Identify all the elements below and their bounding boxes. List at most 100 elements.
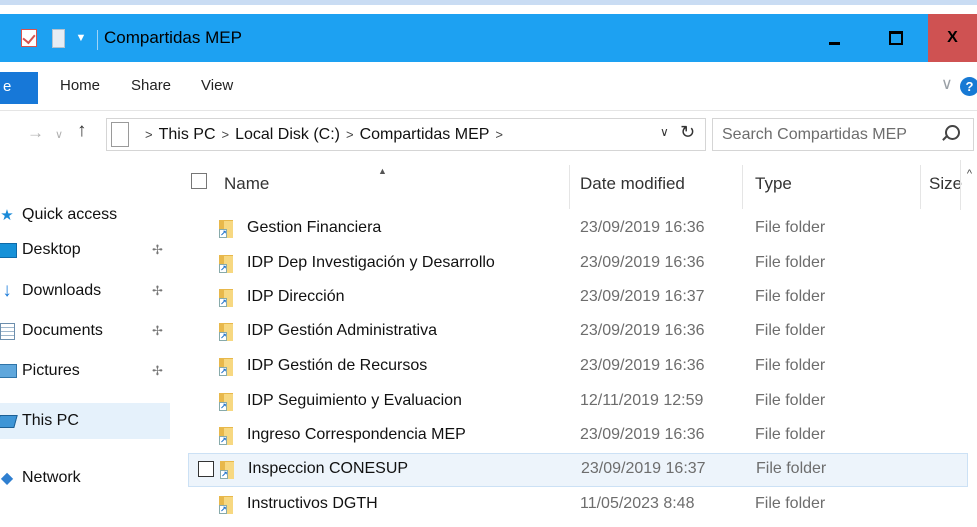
nav-item-label: Downloads xyxy=(22,282,102,299)
refresh-icon[interactable]: ↻ xyxy=(680,122,695,143)
folder-shortcut-icon: ↗ xyxy=(219,393,233,411)
file-name: IDP Dirección xyxy=(247,288,345,305)
pin-icon[interactable]: ✢ xyxy=(152,242,163,258)
file-row[interactable]: ↗ IDP Seguimiento y Evaluacion 12/11/201… xyxy=(188,386,968,418)
sort-ascending-icon: ▲ xyxy=(378,166,387,176)
file-date-modified: 23/09/2019 16:36 xyxy=(580,219,705,236)
file-type: File folder xyxy=(755,322,826,339)
file-type: File folder xyxy=(755,254,826,271)
address-history-chevron-icon[interactable]: ∨ xyxy=(660,125,669,139)
file-row[interactable]: ↗ IDP Dep Investigación y Desarrollo 23/… xyxy=(188,248,968,280)
window-top-border xyxy=(0,0,977,5)
nav-item-pictures[interactable]: Pictures xyxy=(0,356,80,386)
file-row[interactable]: ↗ IDP Gestión Administrativa 23/09/2019 … xyxy=(188,316,968,348)
file-row[interactable]: ↗ IDP Dirección 23/09/2019 16:37 File fo… xyxy=(188,282,968,314)
ribbon: e Home Share View ∨ ? xyxy=(0,62,977,111)
file-list: ▲ Name Date modified Type Size ^ ↗ Gesti… xyxy=(178,160,977,527)
search-input[interactable]: Search Compartidas MEP xyxy=(712,118,974,151)
folder-shortcut-icon: ↗ xyxy=(219,255,233,273)
title-bar[interactable]: ▼ Compartidas MEP X xyxy=(0,14,977,62)
column-divider[interactable] xyxy=(920,165,921,209)
file-date-modified: 12/11/2019 12:59 xyxy=(580,392,704,409)
file-row[interactable]: ↗ Instructivos DGTH 11/05/2023 8:48 File… xyxy=(188,489,968,521)
nav-item-desktop[interactable]: Desktop xyxy=(0,235,81,265)
file-date-modified: 23/09/2019 16:36 xyxy=(580,357,705,374)
file-date-modified: 11/05/2023 8:48 xyxy=(580,495,695,512)
nav-item-documents[interactable]: Documents xyxy=(0,316,103,346)
breadcrumb-local-disk[interactable]: Local Disk (C:) xyxy=(235,126,340,143)
breadcrumb-compartidas-mep[interactable]: Compartidas MEP xyxy=(360,126,490,143)
nav-item-quick-access[interactable]: ★ Quick access xyxy=(0,200,117,230)
breadcrumb-chevron-icon[interactable]: > xyxy=(145,127,153,142)
close-button[interactable]: X xyxy=(928,14,977,62)
pictures-icon xyxy=(0,364,17,378)
forward-arrow-icon[interactable]: → xyxy=(27,123,44,143)
network-icon: ◆ xyxy=(0,470,14,487)
breadcrumb-chevron-icon[interactable]: > xyxy=(222,127,230,142)
column-header-size[interactable]: Size xyxy=(929,174,962,194)
file-name: Inspeccion CONESUP xyxy=(248,460,409,477)
folder-shortcut-icon: ↗ xyxy=(219,289,233,307)
maximize-icon xyxy=(888,31,903,45)
file-row[interactable]: ↗ Gestion Financiera 23/09/2019 16:36 Fi… xyxy=(188,213,968,245)
nav-item-label: Quick access xyxy=(22,206,118,223)
nav-item-label: Desktop xyxy=(22,241,81,258)
nav-item-this-pc[interactable]: This PC xyxy=(0,403,170,439)
new-folder-icon[interactable] xyxy=(50,24,66,52)
expand-ribbon-chevron-icon[interactable]: ∨ xyxy=(941,74,953,94)
file-name: Gestion Financiera xyxy=(247,219,382,236)
recent-locations-chevron-icon[interactable]: ∨ xyxy=(55,128,63,141)
column-header-row: ▲ Name Date modified Type Size ^ xyxy=(178,160,977,212)
tab-file[interactable]: e xyxy=(0,72,38,104)
scroll-up-arrow-icon[interactable]: ^ xyxy=(960,160,977,210)
pin-icon[interactable]: ✢ xyxy=(152,283,163,299)
desktop-icon xyxy=(0,242,17,258)
maximize-button[interactable] xyxy=(863,14,928,62)
file-name: IDP Gestión de Recursos xyxy=(247,357,428,374)
address-bar[interactable]: > This PC > Local Disk (C:) > Compartidas MEP… xyxy=(106,118,706,151)
file-type: File folder xyxy=(755,392,826,409)
file-row-hovered[interactable]: ↗ Inspeccion CONESUP 23/09/2019 16:37 Fi… xyxy=(188,453,968,487)
file-date-modified: 23/09/2019 16:37 xyxy=(580,288,705,305)
customize-quick-access-chevron-icon[interactable]: ▼ xyxy=(74,24,88,52)
up-arrow-icon[interactable]: ↑ xyxy=(77,120,87,142)
file-name: Instructivos DGTH xyxy=(247,495,378,512)
tab-view[interactable]: View xyxy=(201,77,233,94)
file-date-modified: 23/09/2019 16:36 xyxy=(580,426,705,443)
nav-item-network[interactable]: ◆ Network xyxy=(0,463,81,493)
tab-share[interactable]: Share xyxy=(131,77,171,94)
file-type: File folder xyxy=(756,460,827,477)
column-divider[interactable] xyxy=(742,165,743,209)
search-icon[interactable] xyxy=(945,125,960,140)
folder-shortcut-icon: ↗ xyxy=(220,461,234,479)
column-header-name[interactable]: Name xyxy=(224,174,269,194)
file-date-modified: 23/09/2019 16:37 xyxy=(581,460,706,477)
breadcrumb-chevron-icon[interactable]: > xyxy=(495,127,503,142)
folder-shortcut-icon: ↗ xyxy=(219,427,233,445)
breadcrumb-this-pc[interactable]: This PC xyxy=(159,126,216,143)
folder-shortcut-icon: ↗ xyxy=(219,496,233,514)
row-select-checkbox[interactable] xyxy=(198,461,214,477)
column-header-date-modified[interactable]: Date modified xyxy=(580,174,685,194)
pin-icon[interactable]: ✢ xyxy=(152,363,163,379)
pin-icon[interactable]: ✢ xyxy=(152,323,163,339)
file-date-modified: 23/09/2019 16:36 xyxy=(580,254,705,271)
column-divider[interactable] xyxy=(569,165,570,209)
file-row[interactable]: ↗ Ingreso Correspondencia MEP 23/09/2019… xyxy=(188,420,968,452)
tab-home[interactable]: Home xyxy=(60,77,100,94)
window-title: Compartidas MEP xyxy=(104,28,242,47)
nav-item-label: Pictures xyxy=(22,362,80,379)
file-type: File folder xyxy=(755,426,826,443)
file-row[interactable]: ↗ IDP Gestión de Recursos 23/09/2019 16:… xyxy=(188,351,968,383)
select-all-checkbox[interactable] xyxy=(191,173,207,189)
file-name: IDP Gestión Administrativa xyxy=(247,322,438,339)
breadcrumb: > This PC > Local Disk (C:) > Compartidas MEP… xyxy=(139,126,509,144)
folder-shortcut-icon: ↗ xyxy=(219,323,233,341)
minimize-button[interactable] xyxy=(806,14,863,62)
properties-icon[interactable] xyxy=(20,24,38,52)
breadcrumb-chevron-icon[interactable]: > xyxy=(346,127,354,142)
nav-item-downloads[interactable]: ↓ Downloads xyxy=(0,276,101,306)
help-icon[interactable]: ? xyxy=(960,77,977,96)
column-header-type[interactable]: Type xyxy=(755,174,792,194)
address-row: → ∨ ↑ > This PC > Local Disk (C:) > Compartid… xyxy=(0,111,977,159)
